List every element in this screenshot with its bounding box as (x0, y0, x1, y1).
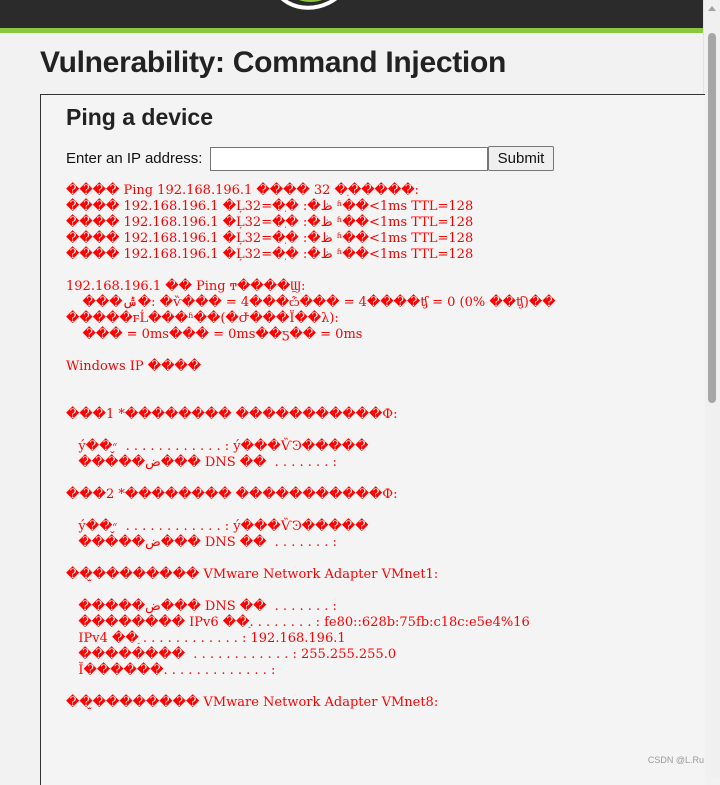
ip-address-label: Enter an IP address: (66, 150, 203, 167)
output-line: ��̫�������� VMware Network Adapter VMnet… (66, 695, 439, 710)
submit-button[interactable]: Submit (488, 146, 554, 171)
output-line: ���� 192.168.196.1 �Ļظ�: �ֽ�=32 ʱ��<1ms … (66, 247, 474, 262)
output-line: ý��״̬ . . . . . . . . . . . . : ý���ѶϿ��… (66, 439, 369, 454)
output-line: �����ض��� DNS �� . . . . . . . : (66, 455, 337, 470)
output-line: ���� 192.168.196.1 �Ļظ�: �ֽ�=32 ʱ��<1ms … (66, 215, 474, 230)
page-title: Vulnerability: Command Injection (40, 46, 507, 79)
watermark: CSDN @L.Ru (647, 755, 704, 765)
output-line: �������� . . . . . . . . . . . . : 255.2… (66, 647, 397, 662)
output-line: Ĭ������. . . . . . . . . . . . . : (66, 663, 276, 678)
output-line: �����г̵Ĺ���ʱ��(�Ժ���Ϊ��λ): (66, 311, 339, 326)
header-accent-bar (0, 28, 704, 33)
page-scrollbar[interactable] (703, 0, 720, 777)
output-line: ���� 192.168.196.1 �Ļظ�: �ֽ�=32 ʱ��<1ms … (66, 231, 474, 246)
output-line: 192.168.196.1 �� Ping ͳ����Ϣ: (66, 279, 306, 294)
output-line: ��� = 0ms��� = 0ms��ƽ�� = 0ms (66, 327, 363, 342)
section-title: Ping a device (66, 104, 214, 130)
output-line: �����ض��� DNS �� . . . . . . . : (66, 599, 337, 614)
scrollbar-thumb[interactable] (708, 33, 716, 403)
output-line: ���1 *�������� �����������Ф: (66, 407, 398, 422)
output-line: ���� 192.168.196.1 �Ļظ�: �ֽ�=32 ʱ��<1ms … (66, 199, 474, 214)
vulnerable-code-area: Ping a device Enter an IP address: Submi… (40, 94, 705, 785)
output-line: IPv4 ��ַ . . . . . . . . . . . . : 192.1… (66, 631, 346, 646)
dvwa-header (0, 0, 704, 28)
output-line: ý��״̬ . . . . . . . . . . . . : ý���ѶϿ��… (66, 519, 369, 534)
command-output: ���� Ping 192.168.196.1 ���� 32 �ֽ�����:… (66, 183, 556, 711)
output-line: �����ض��� DNS �� . . . . . . . : (66, 535, 337, 550)
output-line: ���ݰ�: �ѷ��� = 4���ѽ��� = 4����ʧ = 0 (0%… (66, 295, 556, 310)
dvwa-logo (281, 0, 337, 10)
output-line: ��̫�������� VMware Network Adapter VMnet… (66, 567, 439, 582)
output-line: ���� Ping 192.168.196.1 ���� 32 �ֽ�����: (66, 183, 419, 198)
output-line: �������� IPv6 ��ַ. . . . . . . . : fe80:… (66, 615, 530, 630)
scroll-up-arrow-icon[interactable] (708, 6, 716, 11)
output-line: ���2 *�������� �����������Ф: (66, 487, 398, 502)
output-line: Windows IP ���� (66, 359, 202, 374)
ip-address-input[interactable] (210, 147, 488, 171)
